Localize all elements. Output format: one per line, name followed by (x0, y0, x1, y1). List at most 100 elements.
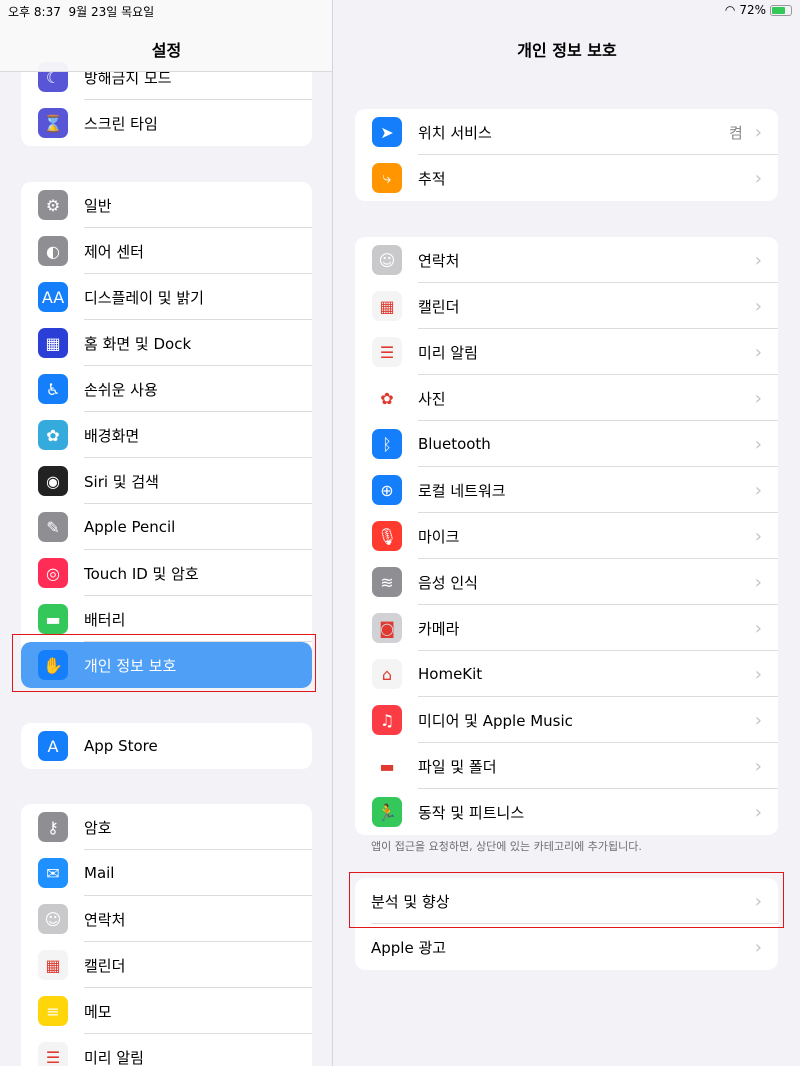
settings-row-스크린-타임[interactable]: ⌛ 스크린 타임 (21, 100, 312, 146)
calendar-icon: ▦ (38, 950, 68, 980)
chevron-right-icon: › (754, 571, 762, 593)
settings-row-디스플레이-및-밝기[interactable]: AA 디스플레이 및 밝기 (21, 274, 312, 320)
hand-icon: ✋ (38, 650, 68, 680)
settings-row-touch-id-및-암호[interactable]: ◎ Touch ID 및 암호 (21, 550, 312, 596)
row-label: 동작 및 피트니스 (418, 803, 525, 822)
settings-row-배터리[interactable]: ▬ 배터리 (21, 596, 312, 642)
settings-row-마이크[interactable]: 🎙 마이크 › (355, 513, 778, 559)
page-title: 개인 정보 보호 (517, 41, 617, 60)
chevron-right-icon: › (754, 341, 762, 363)
gear-icon: ⚙ (38, 190, 68, 220)
settings-row-파일-및-폴더[interactable]: ▬ 파일 및 폴더 › (355, 743, 778, 789)
settings-row-연락처[interactable]: ☺ 연락처 › (355, 237, 778, 283)
settings-group: ⚙ 일반 ◐ 제어 센터 AA 디스플레이 및 밝기 ▦ 홈 화면 및 Dock ♿ 손쉬운 사용… (21, 182, 312, 688)
settings-row-bluetooth[interactable]: ᛒ Bluetooth › (355, 421, 778, 467)
hourglass-icon: ⌛ (38, 108, 68, 138)
battery-icon: ▬ (38, 604, 68, 634)
chevron-right-icon: › (754, 709, 762, 731)
settings-row-미리-알림[interactable]: ☰ 미리 알림 › (355, 329, 778, 375)
row-label: 개인 정보 보호 (84, 656, 177, 675)
settings-row-mail[interactable]: ✉ Mail (21, 850, 312, 896)
settings-row-로컬-네트워크[interactable]: ⊕ 로컬 네트워크 › (355, 467, 778, 513)
settings-row-카메라[interactable]: ◙ 카메라 › (355, 605, 778, 651)
row-label: Mail (84, 864, 115, 882)
home-grid-icon: ▦ (38, 328, 68, 358)
settings-row-apple-광고[interactable]: Apple 광고 › (355, 924, 778, 970)
row-label: 연락처 (418, 251, 460, 270)
row-label: 분석 및 향상 (371, 892, 450, 911)
row-label: 손쉬운 사용 (84, 380, 158, 399)
settings-row-homekit[interactable]: ⌂ HomeKit › (355, 651, 778, 697)
row-label: 캘린더 (418, 297, 460, 316)
settings-row-사진[interactable]: ✿ 사진 › (355, 375, 778, 421)
chevron-right-icon: › (754, 936, 762, 958)
settings-row-캘린더[interactable]: ▦ 캘린더 (21, 942, 312, 988)
row-label: 파일 및 폴더 (418, 757, 497, 776)
settings-row-apple-pencil[interactable]: ✎ Apple Pencil (21, 504, 312, 550)
globe-icon: ⊕ (372, 475, 402, 505)
status-time: 오후 8:37 (8, 5, 61, 19)
row-label: 캘린더 (84, 956, 126, 975)
row-label: 배경화면 (84, 426, 140, 445)
row-label: 추적 (418, 169, 446, 188)
status-date: 9월 23일 목요일 (68, 5, 155, 19)
row-label: 사진 (418, 389, 446, 408)
flower-icon: ✿ (38, 420, 68, 450)
camera-icon: ◙ (372, 613, 402, 643)
toggles-icon: ◐ (38, 236, 68, 266)
sidebar-title: 설정 (151, 41, 182, 60)
calendar-icon: ▦ (372, 291, 402, 321)
settings-row-분석-및-향상[interactable]: 분석 및 향상 › (355, 878, 778, 924)
settings-group: ➤ 위치 서비스 켬 › ⤷ 추적 › (355, 109, 778, 201)
chevron-right-icon: › (754, 663, 762, 685)
settings-row-캘린더[interactable]: ▦ 캘린더 › (355, 283, 778, 329)
row-label: 미리 알림 (84, 1048, 144, 1066)
settings-row-손쉬운-사용[interactable]: ♿ 손쉬운 사용 (21, 366, 312, 412)
fingerprint-icon: ◎ (38, 558, 68, 588)
settings-row-음성-인식[interactable]: ≋ 음성 인식 › (355, 559, 778, 605)
row-label: 제어 센터 (84, 242, 144, 261)
accessibility-icon: ♿ (38, 374, 68, 404)
row-label: 홈 화면 및 Dock (84, 334, 192, 353)
row-label: 연락처 (84, 910, 126, 929)
settings-row-제어-센터[interactable]: ◐ 제어 센터 (21, 228, 312, 274)
settings-row-siri-및-검색[interactable]: ◉ Siri 및 검색 (21, 458, 312, 504)
row-label: Siri 및 검색 (84, 472, 159, 491)
chevron-right-icon: › (754, 433, 762, 455)
privacy-footer-note: 앱이 접근을 요청하면, 상단에 있는 카테고리에 추가됩니다. (371, 840, 642, 853)
music-note-icon: ♫ (372, 705, 402, 735)
settings-row-배경화면[interactable]: ✿ 배경화면 (21, 412, 312, 458)
settings-group: ⚷ 암호 ✉ Mail ☺ 연락처 ▦ 캘린더 ≡ 메모 ☰ 미리 알림 (21, 804, 312, 1066)
row-label: Apple 광고 (371, 938, 447, 957)
notes-icon: ≡ (38, 996, 68, 1026)
settings-row-위치-서비스[interactable]: ➤ 위치 서비스 켬 › (355, 109, 778, 155)
settings-row-미리-알림[interactable]: ☰ 미리 알림 (21, 1034, 312, 1066)
pencil-icon: ✎ (38, 512, 68, 542)
settings-row-홈-화면-및-dock[interactable]: ▦ 홈 화면 및 Dock (21, 320, 312, 366)
status-time-date: 오후 8:37 9월 23일 목요일 (8, 3, 154, 20)
settings-row-app-store[interactable]: A App Store (21, 723, 312, 769)
row-label: 암호 (84, 818, 112, 837)
row-label: Apple Pencil (84, 518, 176, 536)
row-label: HomeKit (418, 665, 483, 683)
chevron-right-icon: › (754, 387, 762, 409)
settings-row-암호[interactable]: ⚷ 암호 (21, 804, 312, 850)
bluetooth-icon: ᛒ (372, 429, 402, 459)
settings-row-메모[interactable]: ≡ 메모 (21, 988, 312, 1034)
settings-row-미디어-및-apple-music[interactable]: ♫ 미디어 및 Apple Music › (355, 697, 778, 743)
settings-group: ☺ 연락처 › ▦ 캘린더 › ☰ 미리 알림 › ✿ 사진 › ᛒ Bluetooth › ⊕ 로컬 네트워크… (355, 237, 778, 835)
settings-row-일반[interactable]: ⚙ 일반 (21, 182, 312, 228)
settings-row-동작-및-피트니스[interactable]: 🏃 동작 및 피트니스 › (355, 789, 778, 835)
row-label: 스크린 타임 (84, 114, 158, 133)
settings-row-추적[interactable]: ⤷ 추적 › (355, 155, 778, 201)
fitness-icon: 🏃 (372, 797, 402, 827)
row-label: 음성 인식 (418, 573, 478, 592)
home-icon: ⌂ (372, 659, 402, 689)
settings-sidebar: 설정 오후 8:37 9월 23일 목요일 ☾ 방해금지 모드 ⌛ 스크린 타임 ⚙ 일반… (0, 0, 333, 1066)
row-label: 디스플레이 및 밝기 (84, 288, 204, 307)
settings-row-연락처[interactable]: ☺ 연락처 (21, 896, 312, 942)
location-arrow-icon: ➤ (372, 117, 402, 147)
row-label: 위치 서비스 (418, 123, 492, 142)
settings-row-개인-정보-보호[interactable]: ✋ 개인 정보 보호 (21, 642, 312, 688)
status-bar-right: ◠ 72% (725, 3, 792, 17)
